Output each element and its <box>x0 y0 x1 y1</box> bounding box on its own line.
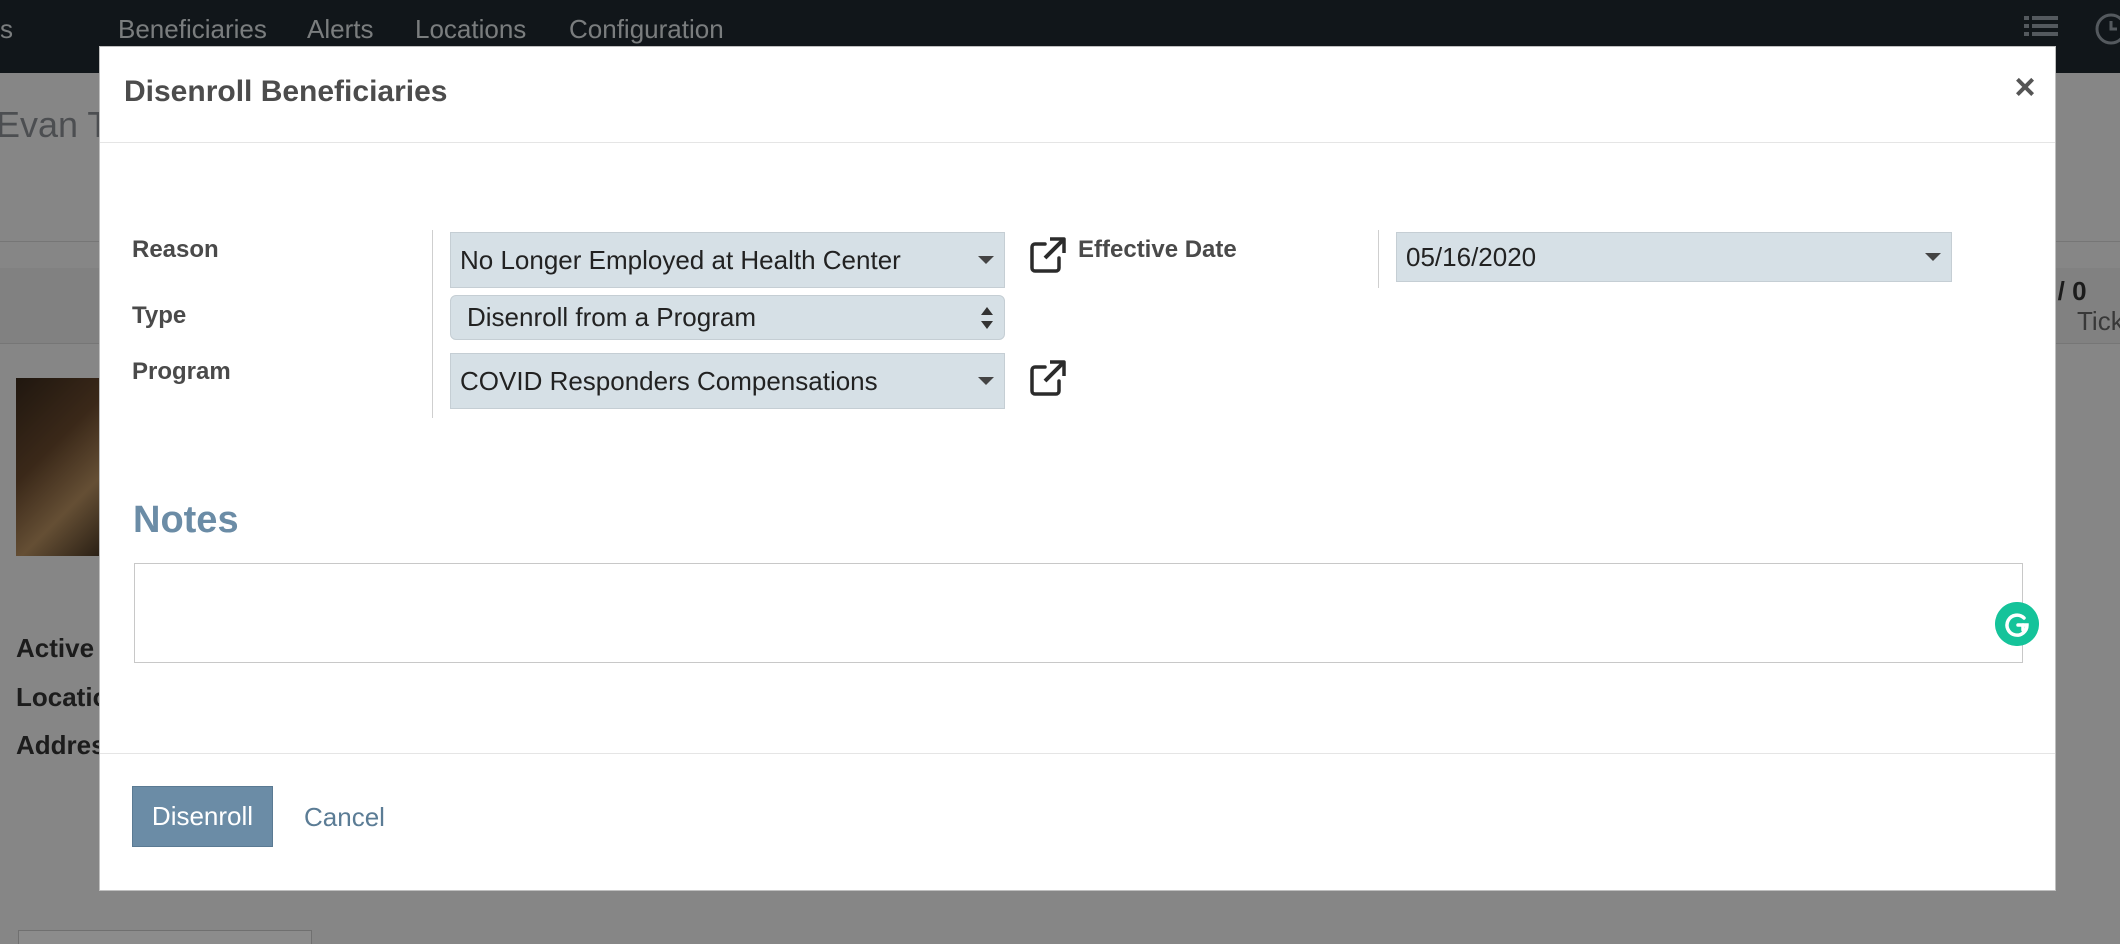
notes-editor[interactable] <box>134 563 2039 663</box>
effective-date-value: 05/16/2020 <box>1406 242 1537 272</box>
type-select[interactable]: Disenroll from a Program <box>450 295 1005 340</box>
reason-label: Reason <box>132 236 219 263</box>
external-link-icon[interactable] <box>1028 235 1068 275</box>
divider <box>1378 230 1379 288</box>
modal-header: Disenroll Beneficiaries × <box>100 47 2055 143</box>
modal-footer-divider <box>100 753 2055 754</box>
chevron-down-icon <box>978 256 994 264</box>
type-value: Disenroll from a Program <box>467 302 756 332</box>
chevron-down-icon <box>978 377 994 385</box>
disenroll-dialog: Disenroll Beneficiaries × Reason Type Pr… <box>99 46 2056 891</box>
program-select[interactable]: COVID Responders Compensations <box>450 353 1005 409</box>
program-value: COVID Responders Compensations <box>460 366 878 396</box>
program-label: Program <box>132 358 231 385</box>
cancel-button[interactable]: Cancel <box>304 802 385 833</box>
grammarly-icon[interactable] <box>1995 602 2039 646</box>
close-icon[interactable]: × <box>2010 69 2040 105</box>
type-label: Type <box>132 302 187 329</box>
effective-date-input[interactable]: 05/16/2020 <box>1396 232 1952 282</box>
chevron-down-icon <box>1925 253 1941 261</box>
reason-value: No Longer Employed at Health Center <box>460 245 901 275</box>
modal-title: Disenroll Beneficiaries <box>124 75 448 108</box>
reason-select[interactable]: No Longer Employed at Health Center <box>450 232 1005 288</box>
external-link-icon[interactable] <box>1028 358 1068 398</box>
disenroll-button[interactable]: Disenroll <box>132 786 273 847</box>
effective-date-label: Effective Date <box>1078 236 1237 263</box>
notes-heading: Notes <box>133 499 239 541</box>
up-down-arrows-icon <box>981 307 993 329</box>
divider <box>432 230 433 418</box>
